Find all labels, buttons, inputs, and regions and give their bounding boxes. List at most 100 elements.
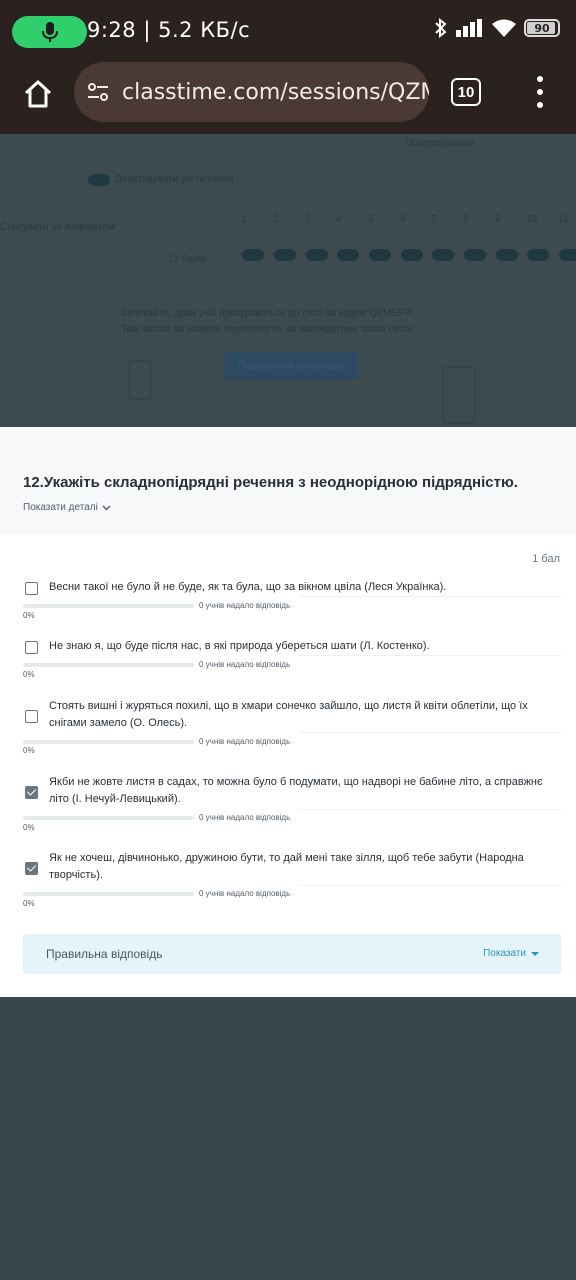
col-2: 2 [273, 214, 279, 225]
col-toggle [496, 249, 518, 261]
show-label: Показати [483, 948, 526, 959]
home-button[interactable] [18, 74, 58, 114]
mic-indicator[interactable] [12, 16, 87, 48]
browser-toolbar: classtime.com/sessions/QZMEPP 10 [0, 62, 576, 134]
answer-progress-bar [23, 604, 194, 608]
answer-percent: 0% [23, 670, 35, 679]
phone-illustration [442, 366, 476, 424]
wait-message-2: Тим часом ви можете переглянути, як вигл… [121, 324, 415, 335]
col-9: 9 [495, 214, 501, 225]
correct-answer-label: Правильна відповідь [46, 947, 163, 961]
col-toggle [464, 249, 486, 261]
deactivate-label: Деактивувати усі питання [115, 174, 234, 185]
answer-text: Весни такої не було й не буде, як та бул… [49, 581, 447, 593]
wifi-icon [492, 19, 516, 37]
col-4: 4 [336, 214, 342, 225]
dot [537, 89, 543, 95]
address-bar[interactable]: classtime.com/sessions/QZMEPP [74, 62, 429, 122]
tab-switcher-button[interactable]: 10 [451, 78, 481, 106]
col-8: 8 [463, 214, 469, 225]
caret-down-icon [531, 951, 539, 956]
answer-checkbox[interactable] [25, 710, 38, 723]
col-toggle [369, 249, 391, 261]
battery-level: 90 [534, 21, 550, 35]
simulation-button: Подивитися симуляцію [225, 352, 358, 380]
answer-option: Якби не жовте листя в садах, то можна бу… [23, 771, 561, 837]
answer-text: Якби не жовте листя в садах, то можна бу… [49, 776, 543, 805]
phone-illustration [128, 360, 152, 400]
col-toggle [432, 249, 454, 261]
col-toggle [401, 249, 423, 261]
answer-option: Не знаю я, що буде після нас, в які прир… [23, 634, 561, 684]
url-text: classtime.com/sessions/QZMEPP [122, 79, 429, 105]
answer-checkbox-checked[interactable] [25, 786, 38, 799]
points-label: 12 балів [168, 254, 207, 265]
answer-count: 0 учнів надало відповідь [199, 660, 291, 669]
question-points: 1 бал [532, 553, 560, 565]
answer-checkbox-checked[interactable] [25, 862, 38, 875]
site-settings-icon[interactable] [86, 80, 110, 104]
dot [537, 76, 543, 82]
mic-icon [41, 22, 58, 42]
network-speed: 5.2 КБ/с [158, 18, 251, 42]
col-toggle [242, 249, 264, 261]
col-toggle [306, 249, 328, 261]
answer-count: 0 учнів надало відповідь [199, 737, 291, 746]
background-page: Попередження Деактивувати усі питання Со… [0, 134, 576, 427]
show-details-label: Показати деталі [23, 502, 98, 513]
status-bar: 9:28 | 5.2 КБ/с 90 [0, 0, 576, 62]
answer-checkbox[interactable] [25, 641, 38, 654]
col-5: 5 [368, 214, 374, 225]
status-icons: 90 [434, 18, 560, 38]
more-menu-button[interactable] [530, 76, 550, 108]
answer-count: 0 учнів надало відповідь [199, 813, 291, 822]
dot [537, 102, 543, 108]
chevron-down-icon [102, 505, 111, 510]
answer-checkbox[interactable] [25, 582, 38, 595]
col-1: 1 [241, 214, 247, 225]
answer-percent: 0% [23, 611, 35, 620]
question-header: 12.Укажіть складнопідрядні речення з нео… [0, 427, 576, 535]
divider [299, 809, 561, 810]
answer-count: 0 учнів надало відповідь [199, 889, 291, 898]
question-modal: 12.Укажіть складнопідрядні речення з нео… [0, 427, 576, 997]
answer-progress-bar [23, 892, 194, 896]
question-title: 12.Укажіть складнопідрядні речення з нео… [23, 474, 518, 491]
view-mode-label: Попередження [405, 138, 475, 149]
answer-progress-bar [23, 740, 194, 744]
divider: | [143, 18, 159, 42]
sort-label: Сортувати за Алфавітом [0, 222, 115, 233]
battery-icon: 90 [524, 19, 560, 37]
answer-count: 0 учнів надало відповідь [199, 601, 291, 610]
show-details-link[interactable]: Показати деталі [23, 502, 111, 513]
col-10: 10 [526, 214, 538, 225]
col-7: 7 [431, 214, 437, 225]
home-icon [24, 80, 52, 108]
deactivate-toggle [88, 174, 110, 186]
answer-text: Як не хочеш, дівчинонько, дружиною бути,… [49, 852, 524, 881]
wait-message: Зачекайте, доки учні приєднаються до сес… [121, 308, 414, 319]
signal-icon [456, 19, 482, 37]
answer-percent: 0% [23, 823, 35, 832]
col-11: 11 [558, 214, 569, 225]
answer-percent: 0% [23, 746, 35, 755]
divider [299, 596, 561, 597]
answer-option: Весни такої не було й не буде, як та бул… [23, 575, 561, 625]
answer-percent: 0% [23, 899, 35, 908]
col-toggle [274, 249, 296, 261]
status-time-speed: 9:28 | 5.2 КБ/с [87, 18, 250, 42]
show-correct-answer-button[interactable]: Показати [483, 948, 539, 959]
answer-option: Як не хочеш, дівчинонько, дружиною бути,… [23, 847, 561, 913]
answer-option: Стоять вишні і журяться похилі, що в хма… [23, 694, 561, 760]
answer-progress-bar [23, 663, 194, 667]
divider [299, 655, 561, 656]
bluetooth-icon [435, 18, 447, 38]
col-6: 6 [400, 214, 406, 225]
divider [299, 885, 561, 886]
col-3: 3 [305, 214, 311, 225]
answer-text: Не знаю я, що буде після нас, в які прир… [49, 640, 430, 652]
answer-progress-bar [23, 816, 194, 820]
col-toggle [527, 249, 549, 261]
col-toggle [337, 249, 359, 261]
correct-answer-panel: Правильна відповідь Показати [23, 934, 561, 974]
